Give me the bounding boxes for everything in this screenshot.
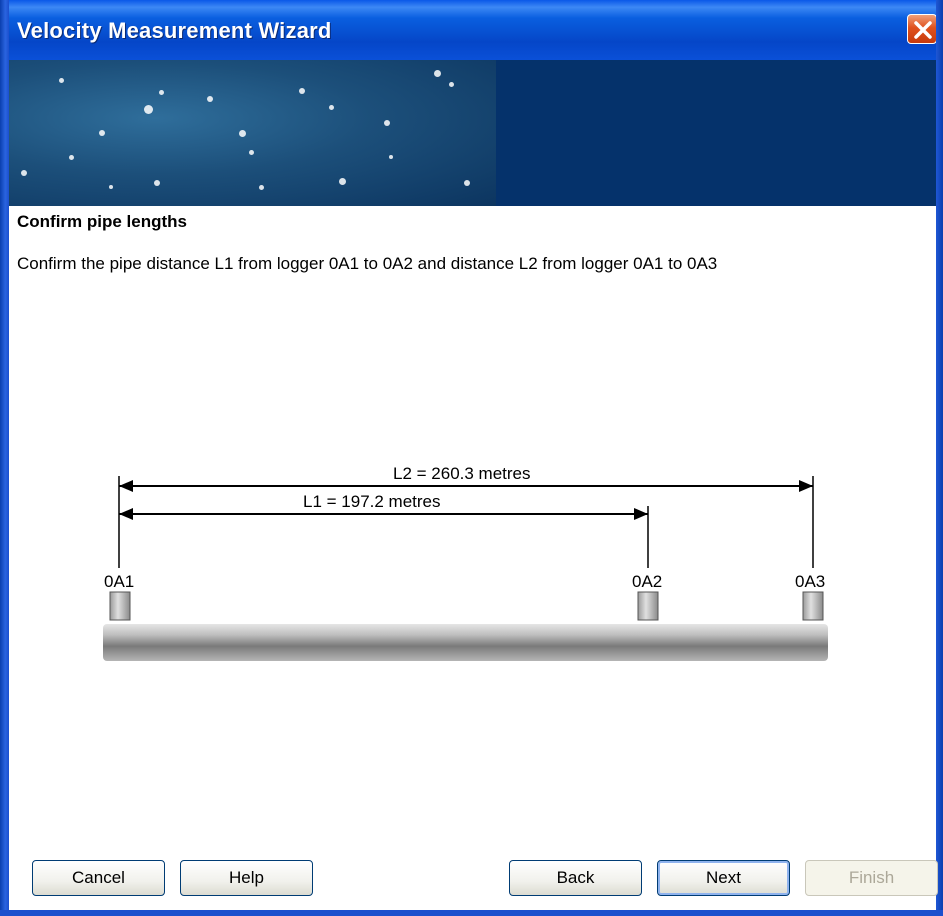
l1-arrow-right-icon [634, 508, 648, 520]
next-button[interactable]: Next [657, 860, 790, 896]
logger-label-0a1: 0A1 [104, 572, 134, 591]
l2-arrow-right-icon [799, 480, 813, 492]
window-border-bottom [0, 910, 943, 916]
logger-0a3 [802, 591, 824, 621]
finish-button: Finish [805, 860, 938, 896]
wizard-window: Velocity Measurement Wizard Confirm pipe… [0, 0, 943, 916]
pipe-length-diagram: L2 = 260.3 metres L1 = 197.2 metres 0A1 … [103, 464, 828, 661]
logger-label-0a3: 0A3 [795, 572, 825, 591]
l2-label: L2 = 260.3 metres [393, 464, 531, 483]
l1-label: L1 = 197.2 metres [303, 492, 441, 511]
help-button[interactable]: Help [180, 860, 313, 896]
l2-arrow-left-icon [119, 480, 133, 492]
cancel-button[interactable]: Cancel [32, 860, 165, 896]
logger-label-0a2: 0A2 [632, 572, 662, 591]
back-button[interactable]: Back [509, 860, 642, 896]
logger-0a2 [637, 591, 659, 621]
l1-arrow-left-icon [119, 508, 133, 520]
pipe [103, 624, 828, 661]
logger-0a1 [109, 591, 131, 621]
